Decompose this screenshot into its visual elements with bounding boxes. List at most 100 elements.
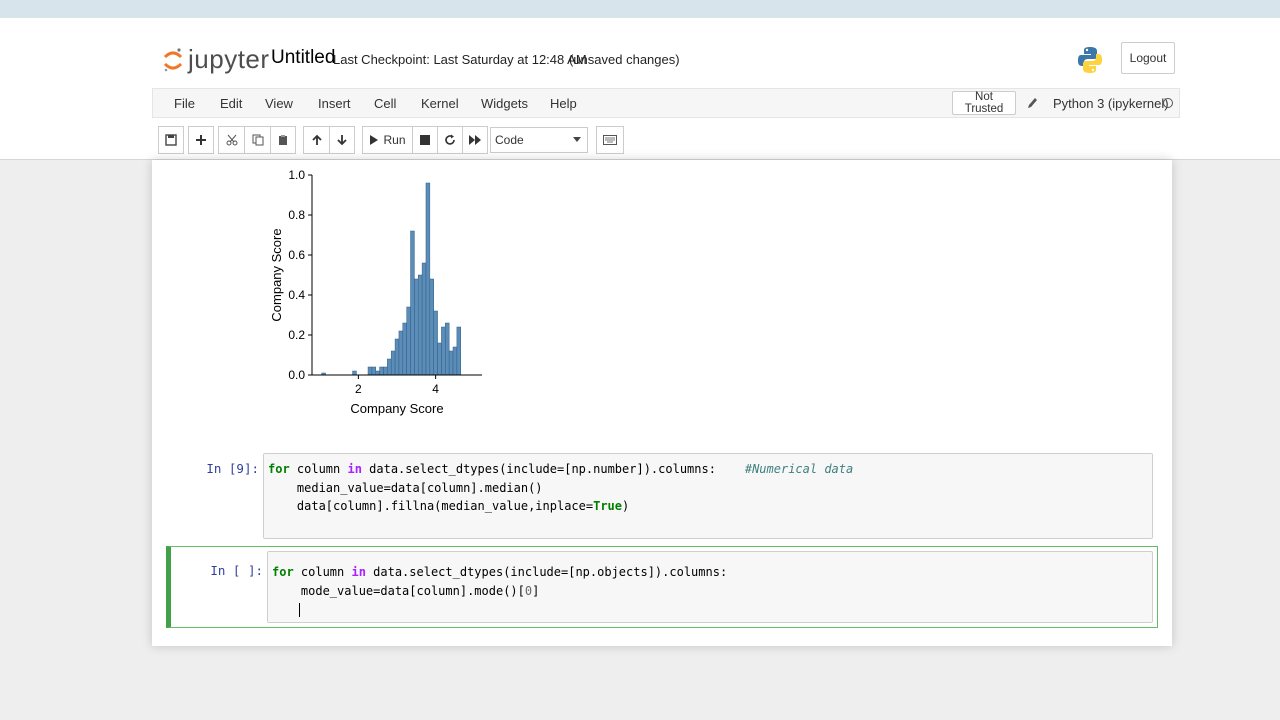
code-token: in (347, 462, 362, 476)
histogram-bar (421, 262, 427, 376)
code-text[interactable]: for column in data.select_dtypes(include… (272, 563, 727, 619)
jupyter-logo[interactable]: jupyter (162, 44, 270, 75)
code-cell-1[interactable]: In [9]: for column in data.select_dtypes… (166, 450, 1158, 542)
cell-output: 0.0 0.2 0.4 0.6 0.8 1.0 2 4 Company Score Company… (262, 160, 1162, 440)
histogram-bar (383, 366, 388, 376)
paste-icon (279, 135, 287, 145)
code-text[interactable]: for column in data.select_dtypes(include… (268, 460, 853, 516)
plus-icon (196, 135, 206, 145)
menu-edit[interactable]: Edit (220, 96, 242, 111)
y-tick-label: 0.6 (288, 248, 305, 262)
histogram-bar (406, 306, 411, 376)
cell-type-select[interactable]: Code (490, 127, 588, 153)
notebook-container: 0.0 0.2 0.4 0.6 0.8 1.0 2 4 Company Score Company… (152, 160, 1172, 646)
text-cursor (299, 603, 300, 617)
histogram-bar (398, 330, 404, 376)
code-token: in (351, 565, 366, 579)
code-line[interactable]: median_value=data[column].median() (268, 479, 853, 498)
restart-run-all-button[interactable] (462, 126, 488, 154)
y-axis-label: Company Score (269, 228, 284, 321)
copy-button[interactable] (244, 126, 270, 154)
python-logo-icon (1078, 47, 1102, 73)
y-tick-label: 0.0 (288, 368, 305, 382)
notebook-name[interactable]: Untitled (271, 47, 335, 69)
command-palette-button[interactable] (596, 126, 624, 154)
menu-file[interactable]: File (174, 96, 195, 111)
save-icon (165, 134, 177, 146)
histogram-bar (371, 366, 376, 376)
arrow-up-icon (311, 134, 322, 145)
y-tick-label: 1.0 (288, 168, 305, 182)
jupyter-logo-text: jupyter (188, 44, 270, 74)
restart-button[interactable] (437, 126, 462, 154)
code-editor[interactable]: for column in data.select_dtypes(include… (263, 453, 1153, 539)
histogram-chart: 0.0 0.2 0.4 0.6 0.8 1.0 2 4 Company Score Company… (269, 168, 482, 416)
menu-cell[interactable]: Cell (374, 96, 396, 111)
histogram-bar (375, 370, 380, 376)
move-up-button[interactable] (303, 126, 329, 154)
menu-insert[interactable]: Insert (318, 96, 351, 111)
jupyter-logo-icon (163, 47, 183, 71)
cut-button[interactable] (218, 126, 244, 154)
save-button[interactable] (158, 126, 184, 154)
restart-icon (445, 134, 455, 145)
code-token: for (268, 462, 290, 476)
menu-bar: File Edit View Insert Cell Kernel Widget… (152, 88, 1180, 118)
code-line[interactable] (272, 600, 727, 619)
play-icon (370, 135, 379, 145)
histogram-bar (456, 326, 462, 376)
cell-prompt: In [ ]: (210, 563, 263, 578)
code-token: True (593, 499, 623, 513)
code-token: mode_value=data[column].mode()[ (272, 583, 525, 598)
histogram-bar (433, 310, 438, 376)
histogram-bar (452, 346, 458, 376)
code-line[interactable]: mode_value=data[column].mode()[0] (272, 582, 727, 601)
insert-cell-button[interactable] (188, 126, 214, 154)
kernel-idle-icon (1163, 98, 1173, 108)
copy-icon (252, 134, 263, 146)
histogram-bar (425, 182, 431, 376)
code-token: column (289, 462, 348, 476)
paste-button[interactable] (270, 126, 296, 154)
x-tick-label: 4 (432, 382, 439, 396)
histogram-bar (414, 278, 419, 376)
menu-widgets[interactable]: Widgets (481, 96, 528, 111)
menu-help[interactable]: Help (550, 96, 577, 111)
checkpoint-status: Last Checkpoint: Last Saturday at 12:48 … (333, 52, 587, 67)
kernel-name[interactable]: Python 3 (ipykernel) (1053, 96, 1169, 111)
histogram-bar (429, 278, 434, 376)
move-down-button[interactable] (329, 126, 355, 154)
fast-forward-icon (469, 135, 481, 145)
arrow-down-icon (337, 135, 347, 146)
toolbar: Run Code (152, 126, 1180, 156)
code-line[interactable]: data[column].fillna(median_value,inplace… (268, 497, 853, 516)
y-tick-label: 0.4 (288, 288, 305, 302)
histogram-bar (402, 322, 407, 376)
code-editor[interactable]: for column in data.select_dtypes(include… (267, 551, 1153, 623)
code-line[interactable]: for column in data.select_dtypes(include… (272, 563, 727, 582)
cell-prompt: In [9]: (206, 461, 259, 476)
not-trusted-button[interactable]: Not Trusted (952, 91, 1016, 115)
menu-view[interactable]: View (265, 96, 293, 111)
y-tick-label: 0.8 (288, 208, 305, 222)
histogram-bar (394, 338, 400, 376)
menu-kernel[interactable]: Kernel (421, 96, 459, 111)
stop-icon (420, 135, 430, 145)
histogram-bar (367, 366, 373, 376)
code-token: data.select_dtypes(include=[np.objects])… (365, 565, 728, 579)
histogram-bar (352, 370, 357, 376)
histogram-bar (387, 358, 392, 376)
interrupt-button[interactable] (412, 126, 437, 154)
code-line[interactable]: for column in data.select_dtypes(include… (268, 460, 853, 479)
histogram-bar (379, 366, 384, 376)
run-button[interactable]: Run (362, 126, 412, 154)
pencil-icon[interactable] (1026, 96, 1038, 110)
code-token: data.select_dtypes(include=[np.number]).… (361, 462, 745, 476)
logout-button[interactable]: Logout (1121, 42, 1175, 74)
histogram-bar (441, 326, 446, 376)
code-cell-2[interactable]: In [ ]: for column in data.select_dtypes… (166, 546, 1158, 628)
histogram-bar (445, 322, 450, 376)
cell-type-value: Code (495, 133, 524, 147)
code-token: for (272, 565, 294, 579)
histogram-bar (448, 350, 454, 376)
